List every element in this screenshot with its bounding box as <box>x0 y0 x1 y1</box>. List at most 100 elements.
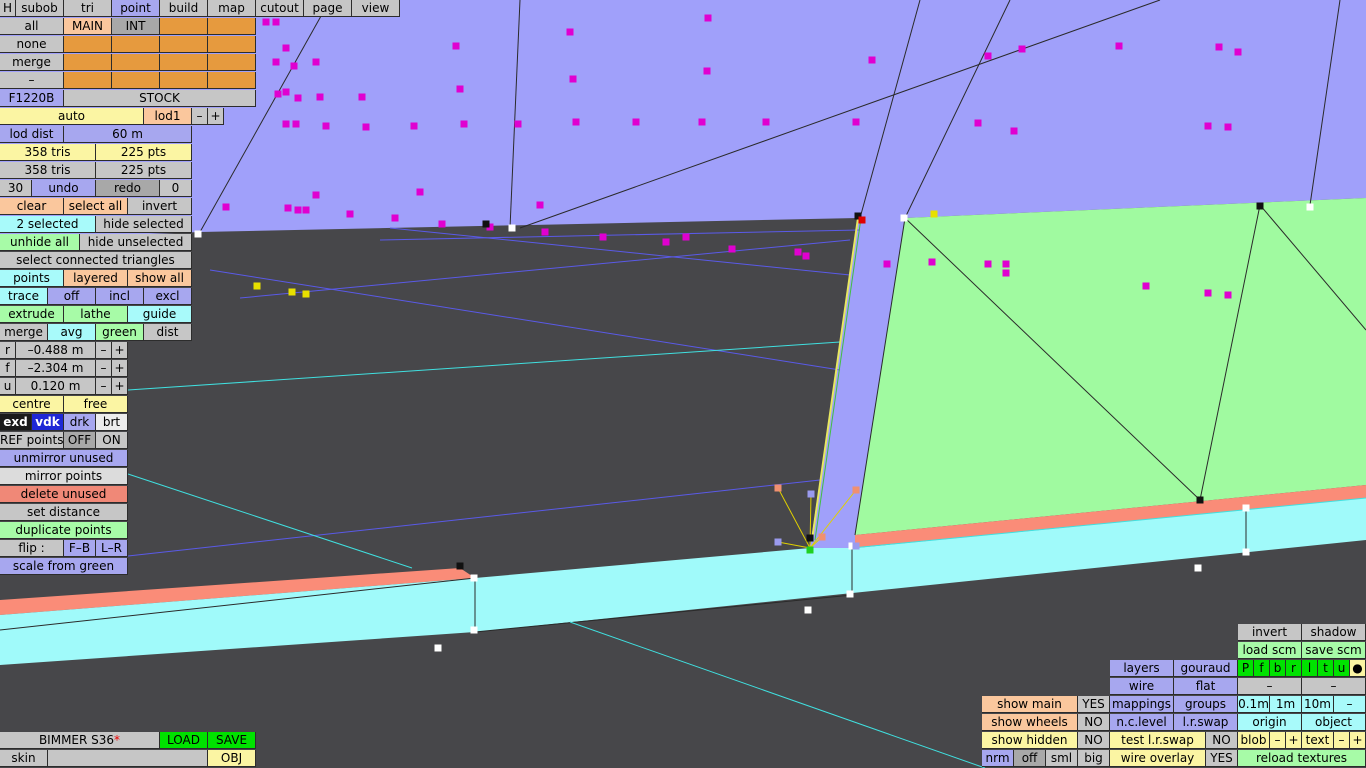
coord-plus-button[interactable]: + <box>112 342 128 359</box>
wire-button[interactable]: wire <box>1110 678 1174 695</box>
origin-button[interactable]: origin <box>1238 714 1302 731</box>
load-button[interactable]: LOAD <box>160 732 208 749</box>
show-all-mode[interactable]: show all <box>128 270 192 287</box>
vertex-point[interactable] <box>806 534 814 542</box>
vertex-point[interactable] <box>1204 289 1212 297</box>
vertex-point[interactable] <box>762 118 770 126</box>
set-distance-button[interactable]: set distance <box>0 504 128 521</box>
shade-vdk[interactable]: vdk <box>32 414 64 431</box>
vertex-point[interactable] <box>362 123 370 131</box>
mappings-button[interactable]: mappings <box>1110 696 1174 713</box>
obj-button[interactable]: OBJ <box>208 750 256 767</box>
orange-slot[interactable] <box>112 54 160 71</box>
show-wheels-no[interactable]: NO <box>1078 714 1110 731</box>
vertex-point[interactable] <box>470 574 478 582</box>
show-wheels-button[interactable]: show wheels <box>982 714 1078 731</box>
vertex-point[interactable] <box>284 204 292 212</box>
orange-slot[interactable] <box>64 36 112 53</box>
view-letter-0[interactable]: P <box>1238 660 1254 677</box>
vertex-point[interactable] <box>391 214 399 222</box>
vertex-point[interactable] <box>416 188 424 196</box>
vertex-point[interactable] <box>482 220 490 228</box>
vertex-point[interactable] <box>1224 123 1232 131</box>
vertex-point[interactable] <box>290 62 298 70</box>
menu-cutout[interactable]: cutout <box>256 0 304 17</box>
unmirror-unused-button[interactable]: unmirror unused <box>0 450 128 467</box>
vertex-point[interactable] <box>1204 122 1212 130</box>
vertex-point[interactable] <box>1002 260 1010 268</box>
vertex-point[interactable] <box>852 118 860 126</box>
main-toggle[interactable]: MAIN <box>64 18 112 35</box>
blob-plus-button[interactable]: + <box>1286 732 1302 749</box>
vertex-point[interactable] <box>804 606 812 614</box>
vertex-point[interactable] <box>900 214 908 222</box>
vertex-point[interactable] <box>704 14 712 22</box>
slot-b[interactable] <box>208 18 256 35</box>
vertex-point[interactable] <box>1115 42 1123 50</box>
shade-exd[interactable]: exd <box>0 414 32 431</box>
free-button[interactable]: free <box>64 396 128 413</box>
skin-field[interactable] <box>48 750 208 767</box>
view-invert-button[interactable]: invert <box>1238 624 1302 641</box>
vertex-point[interactable] <box>294 206 302 214</box>
vertex-point[interactable] <box>599 233 607 241</box>
green-button[interactable]: green <box>96 324 144 341</box>
vertex-point[interactable] <box>802 252 810 260</box>
vertex-point[interactable] <box>566 28 574 36</box>
gizmo-point[interactable] <box>818 533 826 541</box>
gizmo-point[interactable] <box>807 490 815 498</box>
shade-brt[interactable]: brt <box>96 414 128 431</box>
undo-button[interactable]: undo <box>32 180 96 197</box>
wire-overlay-button[interactable]: wire overlay <box>1110 750 1206 767</box>
clear-button[interactable]: clear <box>0 198 64 215</box>
vertex-point[interactable] <box>358 93 366 101</box>
vertex-point[interactable] <box>222 203 230 211</box>
vertex-point[interactable] <box>514 120 522 128</box>
vertex-point[interactable] <box>1002 269 1010 277</box>
vertex-point[interactable] <box>1215 43 1223 51</box>
vertex-point[interactable] <box>868 56 876 64</box>
show-hidden-button[interactable]: show hidden <box>982 732 1078 749</box>
guide-button[interactable]: guide <box>128 306 192 323</box>
vertex-point[interactable] <box>1256 202 1264 210</box>
step-minus-button[interactable]: – <box>1334 696 1366 713</box>
vertex-point[interactable] <box>846 590 854 598</box>
view-letter-2[interactable]: b <box>1270 660 1286 677</box>
orange-slot[interactable] <box>208 54 256 71</box>
vertex-point[interactable] <box>470 626 478 634</box>
vertex-point[interactable] <box>312 58 320 66</box>
object-button[interactable]: object <box>1302 714 1366 731</box>
trace-incl[interactable]: incl <box>96 288 144 305</box>
menu-build[interactable]: build <box>160 0 208 17</box>
sel-merge-button[interactable]: merge <box>0 54 64 71</box>
size-big[interactable]: big <box>1078 750 1110 767</box>
vertex-point[interactable] <box>302 206 310 214</box>
size-off[interactable]: off <box>1014 750 1046 767</box>
vertex-point[interactable] <box>1306 203 1314 211</box>
menu-point[interactable]: point <box>112 0 160 17</box>
select-connected-button[interactable]: select connected triangles <box>0 252 192 269</box>
lod-level[interactable]: lod1 <box>144 108 192 125</box>
vertex-point[interactable] <box>282 44 290 52</box>
vertex-point[interactable] <box>930 210 938 218</box>
lod-minus-button[interactable]: – <box>192 108 208 125</box>
car-name[interactable]: BIMMER S36* <box>0 732 160 749</box>
gizmo-point[interactable] <box>852 486 860 494</box>
model-code[interactable]: F1220B <box>0 90 64 107</box>
orange-slot[interactable] <box>64 72 112 89</box>
orange-slot[interactable] <box>112 72 160 89</box>
vertex-point[interactable] <box>460 120 468 128</box>
vertex-point[interactable] <box>508 224 516 232</box>
flip-fb-button[interactable]: F–B <box>64 540 96 557</box>
int-toggle[interactable]: INT <box>112 18 160 35</box>
merge-button[interactable]: merge <box>0 324 48 341</box>
trace-excl[interactable]: excl <box>144 288 192 305</box>
vertex-point[interactable] <box>272 18 280 26</box>
text-plus-button[interactable]: + <box>1350 732 1366 749</box>
save-scm-button[interactable]: save scm <box>1302 642 1366 659</box>
flip-lr-button[interactable]: L–R <box>96 540 128 557</box>
vertex-point[interactable] <box>541 228 549 236</box>
vertex-point[interactable] <box>632 118 640 126</box>
menu-map[interactable]: map <box>208 0 256 17</box>
vertex-point[interactable] <box>272 58 280 66</box>
